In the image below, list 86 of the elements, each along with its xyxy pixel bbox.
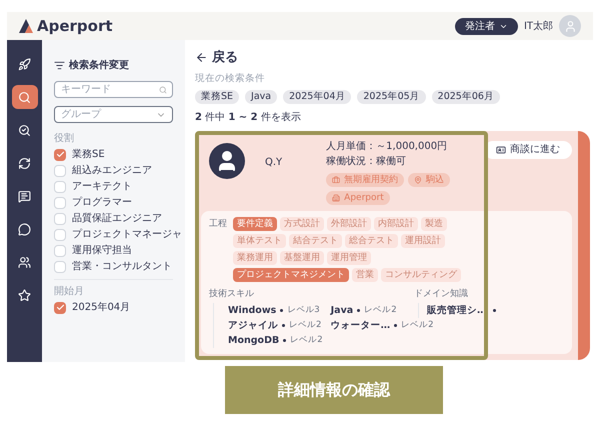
person-name: Q.Y bbox=[265, 156, 282, 170]
caption-banner: 詳細情報の確認 bbox=[225, 366, 443, 414]
skill-level: レベル2 bbox=[290, 334, 323, 348]
chat-icon bbox=[18, 222, 31, 236]
filter-title: 検索条件変更 bbox=[69, 58, 129, 73]
process-tag: 運用管理 bbox=[327, 250, 371, 265]
process-tag: 基盤運用 bbox=[280, 250, 324, 265]
condition-chip: Java bbox=[245, 90, 278, 104]
result-count: 2 件中 1 ~ 2 件を表示 bbox=[195, 110, 302, 125]
process-tag: 製造 bbox=[421, 216, 447, 231]
process-tag: プロジェクトマネジメント bbox=[233, 268, 349, 282]
checkbox[interactable] bbox=[54, 260, 66, 272]
process-tag: コンサルティング bbox=[381, 268, 461, 282]
logo-text: Aperport bbox=[37, 16, 113, 37]
nav-item[interactable] bbox=[12, 85, 38, 109]
skill-level: レベル2 bbox=[289, 319, 322, 332]
process-tag: 結合テスト bbox=[289, 234, 342, 248]
section-label: 役割 bbox=[54, 132, 75, 146]
id-card-icon bbox=[496, 144, 506, 155]
keyword-field[interactable]: キーワード bbox=[54, 81, 173, 98]
process-tag: 運用設計 bbox=[401, 234, 445, 248]
condition-chip: 2025年05月 bbox=[357, 90, 426, 104]
skill-level: レベル2 bbox=[401, 319, 434, 332]
user-name: IT太郎 bbox=[524, 20, 553, 34]
checkbox[interactable] bbox=[54, 212, 66, 224]
search-icon bbox=[159, 86, 167, 94]
checkbox[interactable] bbox=[54, 164, 66, 176]
skill-level: レベル2 bbox=[364, 304, 397, 318]
process-tag: 内部設計 bbox=[374, 216, 418, 231]
checkbox-label: 業務SE bbox=[72, 148, 105, 161]
condition-chip: 業務SE bbox=[195, 90, 240, 104]
status-text: 稼働状況：稼働可 bbox=[326, 154, 408, 169]
checkbox-label: 運用保守担当 bbox=[72, 244, 132, 257]
conditions-label: 現在の検索条件 bbox=[195, 72, 266, 86]
checkbox[interactable] bbox=[54, 244, 66, 256]
map-pin-icon bbox=[414, 176, 422, 184]
briefcase-icon bbox=[332, 176, 340, 184]
logo-icon bbox=[19, 19, 35, 33]
building-icon bbox=[332, 194, 340, 202]
info-tag: 駒込 bbox=[408, 172, 450, 187]
skill-level: レベル3 bbox=[287, 304, 320, 318]
avatar-icon bbox=[209, 142, 245, 179]
process-tag: 外部設計 bbox=[327, 216, 371, 231]
condition-chip: 2025年04月 bbox=[283, 90, 352, 104]
section-label: 技術スキル bbox=[209, 288, 255, 301]
checkbox-label: プロジェクトマネージャ bbox=[72, 228, 182, 241]
process-tag: 営業 bbox=[352, 268, 378, 282]
section-label: ドメイン知識 bbox=[414, 288, 469, 301]
skill-name: アジャイル bbox=[228, 319, 278, 334]
role-dropdown[interactable]: 発注者 bbox=[454, 18, 518, 34]
skill-name: ウォーター… bbox=[330, 319, 390, 334]
info-tag: Aperport bbox=[326, 190, 390, 205]
price-text: 人月単価：～1,000,000円 bbox=[326, 140, 448, 154]
checkbox-label: 品質保証エンジニア bbox=[72, 212, 162, 225]
process-tag: 総合テスト bbox=[345, 234, 398, 248]
checkbox-label: 2025年04月 bbox=[72, 301, 130, 314]
arrows-circle-icon bbox=[18, 156, 31, 170]
section-label: 開始月 bbox=[54, 285, 85, 299]
process-tag: 単体テスト bbox=[233, 234, 286, 248]
checkbox-label: プログラマー bbox=[72, 196, 132, 209]
checkbox[interactable] bbox=[54, 180, 66, 192]
skill-name: Windows bbox=[228, 304, 276, 318]
checkbox[interactable] bbox=[54, 196, 66, 208]
rocket-icon bbox=[18, 58, 31, 70]
people-icon bbox=[18, 256, 31, 268]
process-tag: 要件定義 bbox=[233, 216, 277, 231]
condition-chip: 2025年06月 bbox=[432, 90, 500, 104]
back-link[interactable]: 戻る bbox=[195, 48, 238, 68]
process-tag: 業務運用 bbox=[233, 250, 277, 265]
process-tag: 方式設計 bbox=[280, 216, 324, 231]
info-tag: 無期雇用契約 bbox=[326, 172, 404, 187]
search-icon bbox=[18, 90, 31, 104]
filter-icon bbox=[54, 60, 65, 71]
skill-name: Java bbox=[330, 304, 354, 318]
checkbox[interactable] bbox=[54, 148, 66, 160]
skill-name: MongoDB bbox=[228, 334, 280, 348]
arrow-left-icon bbox=[195, 51, 208, 64]
checkbox-label: 組込みエンジニア bbox=[72, 164, 152, 177]
check-icon bbox=[56, 150, 64, 159]
checkbox-label: アーキテクト bbox=[72, 180, 132, 193]
checkbox-label: 営業・コンサルタント bbox=[72, 260, 172, 273]
checkbox[interactable] bbox=[54, 302, 66, 314]
star-icon bbox=[18, 288, 31, 302]
checkbox[interactable] bbox=[54, 228, 66, 240]
section-label: 工程 bbox=[209, 218, 227, 231]
check-icon bbox=[56, 303, 64, 312]
